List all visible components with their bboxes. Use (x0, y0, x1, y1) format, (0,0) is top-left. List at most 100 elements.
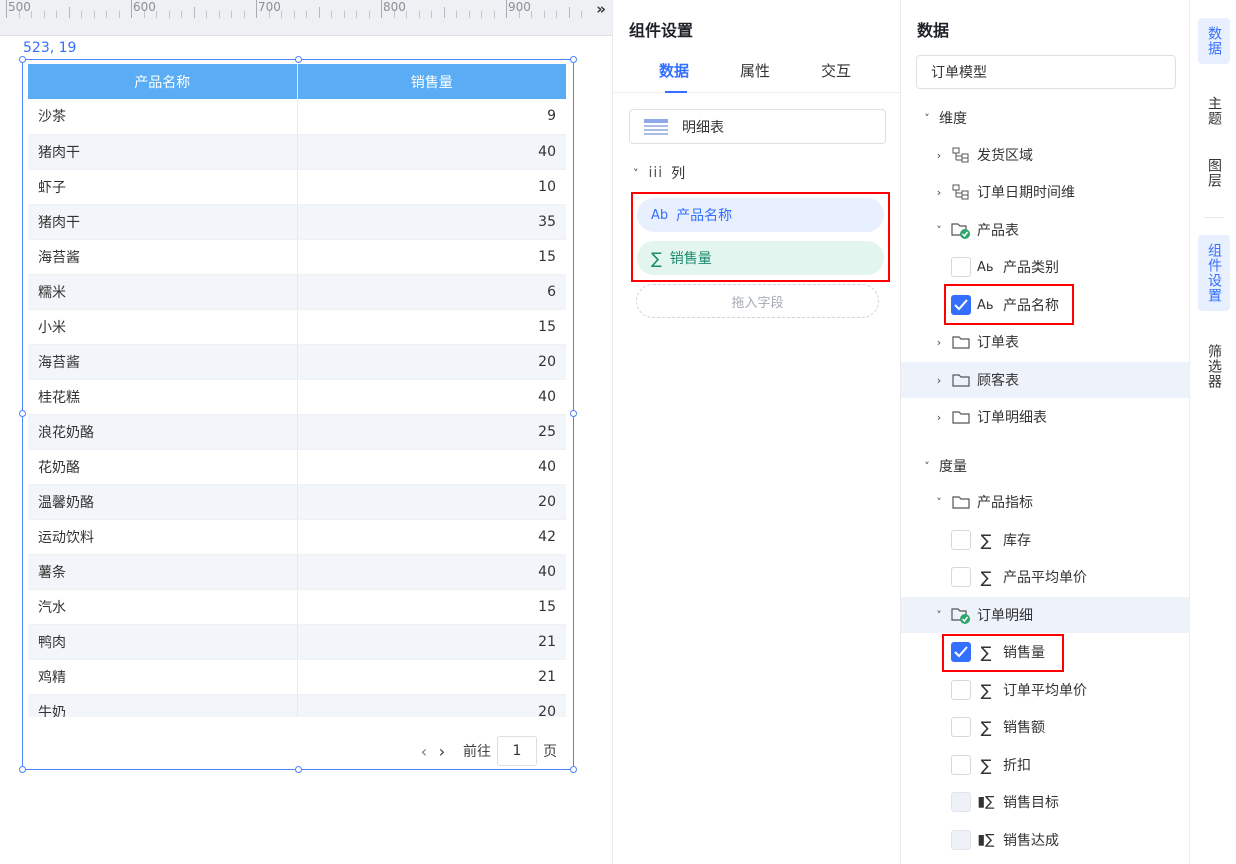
table-row[interactable]: 桂花糕 40 (28, 379, 566, 415)
section-measures[interactable]: ˅ 度量 (901, 448, 1189, 484)
sigma-icon: ∑ (980, 717, 992, 737)
chevron-left-icon[interactable]: ‹ (415, 742, 433, 761)
table-row[interactable]: 虾子 10 (28, 169, 566, 205)
data-panel: 数据 订单模型 ˅ 维度 › 发货区域 › 订单日期时间维 ˅ 产品表 Aь 产品类别 Aь 产品名称… (901, 0, 1189, 864)
table-row[interactable]: 沙茶 9 (28, 99, 566, 135)
checkbox[interactable] (951, 567, 971, 587)
ruler-tick (156, 11, 157, 18)
rail-item-theme[interactable]: 主题 (1198, 88, 1230, 134)
tree-node[interactable]: › 顾客表 (901, 362, 1189, 398)
cell-product-name: 汽水 (28, 589, 298, 625)
column-field-sales-qty[interactable]: ∑ 销售量 (637, 241, 884, 275)
resize-handle-top-left[interactable] (19, 56, 26, 63)
resize-handle-top-right[interactable] (570, 56, 577, 63)
tree-node[interactable]: › 订单明细表 (901, 399, 1189, 435)
tree-node[interactable]: ˅ 订单明细 (901, 597, 1189, 633)
table-row[interactable]: 运动饮料 42 (28, 519, 566, 555)
column-header-product-name[interactable]: 产品名称 (28, 64, 298, 99)
ruler-tick (18, 11, 20, 18)
double-chevron-right-icon[interactable]: » (596, 0, 606, 18)
field-label: 产品平均单价 (1003, 570, 1087, 586)
resize-handle-left[interactable] (19, 410, 26, 417)
table-row[interactable]: 鸭肉 21 (28, 624, 566, 660)
horizontal-ruler: 500 600 700 800 900 » (0, 0, 612, 36)
field-item[interactable]: ∑ 销售额 (901, 709, 1189, 745)
column-field-product-name[interactable]: Ab 产品名称 (637, 198, 884, 232)
tree-node[interactable]: › 订单日期时间维 (901, 174, 1189, 210)
table-row[interactable]: 猪肉干 35 (28, 204, 566, 240)
folder-check-icon (951, 606, 971, 624)
columns-section-header[interactable]: ˅ iii 列 (633, 163, 685, 183)
tree-node-label: 订单明细 (977, 608, 1033, 624)
table-row[interactable]: 浪花奶酪 25 (28, 414, 566, 450)
resize-handle-right[interactable] (570, 410, 577, 417)
cell-sales-qty: 20 (297, 484, 566, 520)
tab-interaction[interactable]: 交互 (821, 60, 851, 81)
field-item[interactable]: ∑ 产品平均单价 (901, 559, 1189, 595)
checkbox[interactable] (951, 830, 971, 850)
checkbox[interactable] (951, 257, 971, 277)
chart-type-selector[interactable]: 明细表 (629, 109, 886, 144)
resize-handle-top[interactable] (295, 56, 302, 63)
field-item[interactable]: ∑ 折扣 (901, 747, 1189, 783)
table-row[interactable]: 海苔酱 15 (28, 239, 566, 275)
field-item[interactable]: ∑ 库存 (901, 522, 1189, 558)
tree-node[interactable]: ˅ 产品指标 (901, 484, 1189, 520)
tab-data[interactable]: 数据 (659, 60, 689, 81)
field-label: 销售量 (669, 251, 712, 267)
table-row[interactable]: 鸡精 21 (28, 659, 566, 695)
chevron-right-icon[interactable]: › (433, 742, 451, 761)
ruler-tick (143, 11, 145, 18)
rail-item-filters[interactable]: 筛选器 (1198, 336, 1230, 397)
table-row[interactable]: 温馨奶酪 20 (28, 484, 566, 520)
tree-node[interactable]: ˅ 产品表 (901, 212, 1189, 248)
cell-sales-qty: 15 (297, 239, 566, 275)
model-selector[interactable]: 订单模型 (916, 55, 1176, 89)
pager-goto-label: 前往 (463, 744, 491, 760)
field-drop-zone[interactable]: 拖入字段 (636, 284, 879, 318)
table-row[interactable]: 汽水 15 (28, 589, 566, 625)
field-item[interactable]: ▮∑ 销售达成 (901, 822, 1189, 858)
cell-product-name: 猪肉干 (28, 134, 298, 170)
tree-node-label: 产品表 (977, 223, 1019, 239)
table-row[interactable]: 花奶酪 40 (28, 449, 566, 485)
pagination: ‹ › 前往 页 (415, 735, 557, 767)
table-row[interactable]: 糯米 6 (28, 274, 566, 310)
checkbox[interactable] (951, 755, 971, 775)
table-row[interactable]: 小米 15 (28, 309, 566, 345)
chart-type-label: 明细表 (682, 119, 724, 136)
checkbox[interactable] (951, 680, 971, 700)
ruler-tick (468, 11, 470, 18)
cell-sales-qty: 25 (297, 414, 566, 450)
field-item[interactable]: ∑ 订单平均单价 (901, 672, 1189, 708)
tree-node[interactable]: › 订单表 (901, 324, 1189, 360)
ruler-tick (368, 11, 370, 18)
cell-product-name: 糯米 (28, 274, 298, 310)
column-header-sales-qty[interactable]: 销售量 (297, 64, 566, 99)
tab-properties[interactable]: 属性 (740, 60, 770, 81)
tree-node[interactable]: › 发货区域 (901, 137, 1189, 173)
table-row[interactable]: 海苔酱 20 (28, 344, 566, 380)
resize-handle-bottom[interactable] (295, 766, 302, 773)
resize-handle-bottom-left[interactable] (19, 766, 26, 773)
table-row[interactable]: 牛奶 20 (28, 694, 566, 717)
rail-item-layers[interactable]: 图层 (1198, 150, 1230, 196)
right-rail: 数据 主题 图层 组件设置 筛选器 (1189, 0, 1236, 864)
ruler-tick (106, 11, 107, 18)
cell-product-name: 海苔酱 (28, 239, 298, 275)
checkbox[interactable] (951, 792, 971, 812)
field-item[interactable]: ▮∑ 销售目标 (901, 784, 1189, 820)
checkbox[interactable] (951, 717, 971, 737)
rail-item-component-settings[interactable]: 组件设置 (1198, 235, 1230, 311)
section-dimensions[interactable]: ˅ 维度 (901, 100, 1189, 136)
field-item[interactable]: Aь 产品类别 (901, 249, 1189, 285)
ruler-tick (306, 11, 307, 18)
resize-handle-bottom-right[interactable] (570, 766, 577, 773)
checkbox[interactable] (951, 530, 971, 550)
page-number-input[interactable] (497, 736, 537, 766)
rail-item-data[interactable]: 数据 (1198, 18, 1230, 64)
cell-product-name: 温馨奶酪 (28, 484, 298, 520)
table-row[interactable]: 薯条 40 (28, 554, 566, 590)
table-row[interactable]: 猪肉干 40 (28, 134, 566, 170)
cell-product-name: 浪花奶酪 (28, 414, 298, 450)
